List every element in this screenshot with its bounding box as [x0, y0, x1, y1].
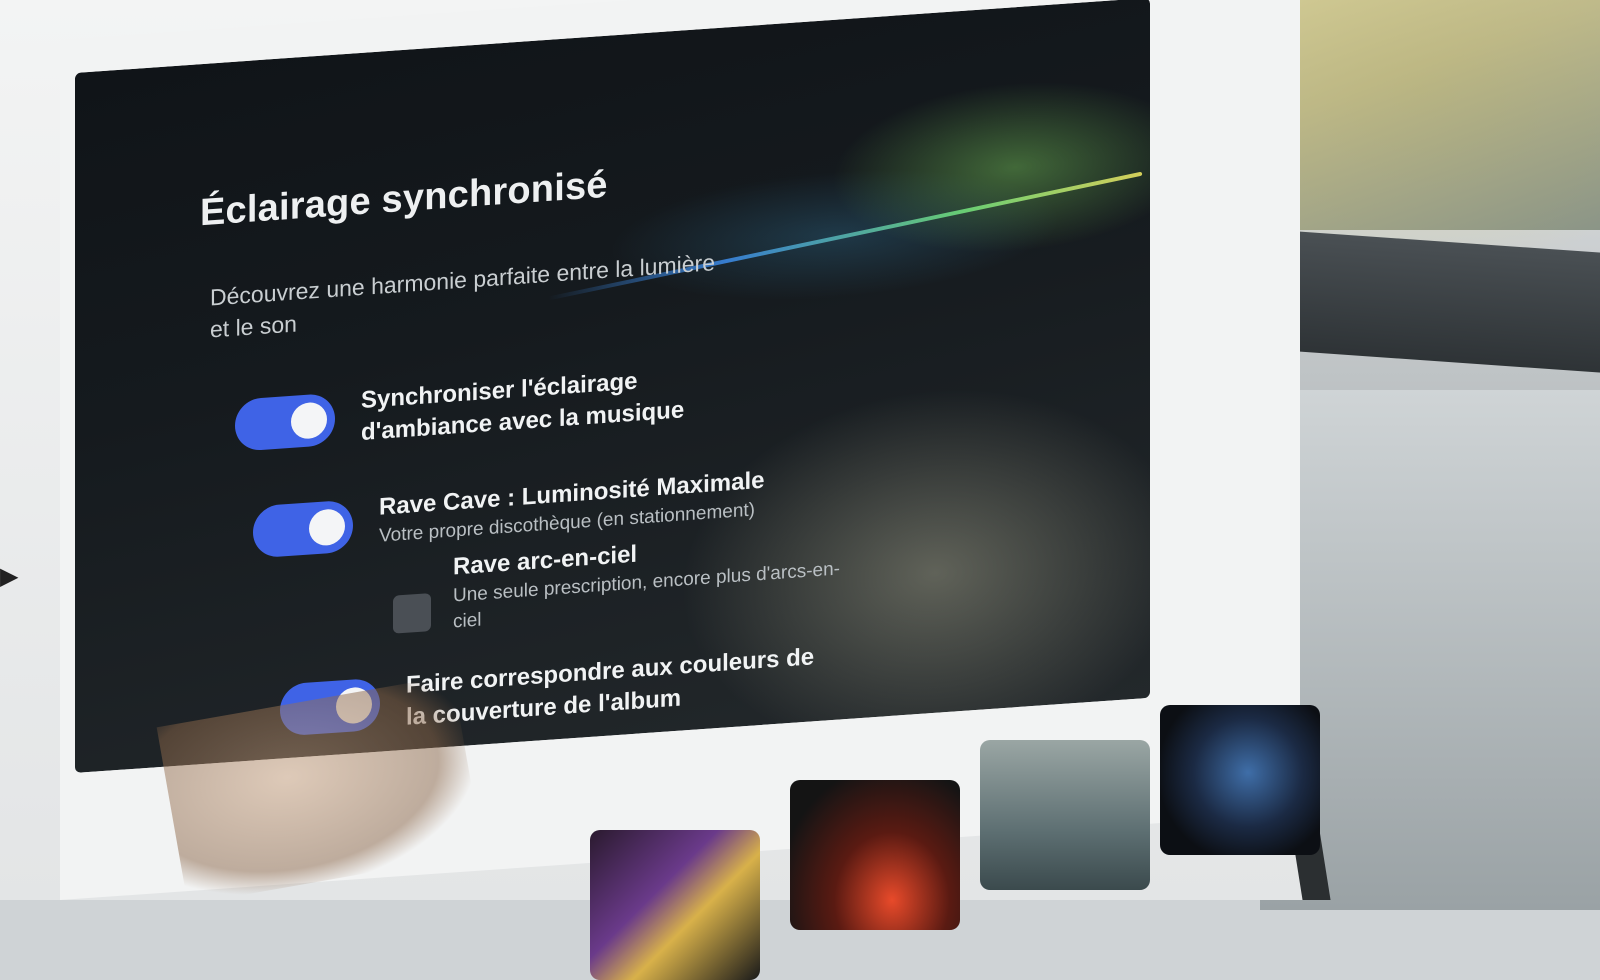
rave-cave-toggle[interactable]	[253, 499, 353, 559]
arrow-icon[interactable]: ▶	[0, 562, 18, 591]
rave-rainbow-checkbox[interactable]	[393, 593, 431, 634]
setting-sync-ambient: Synchroniser l'éclairage d'ambiance avec…	[235, 357, 755, 457]
album-thumbnail-red-neon[interactable]	[790, 780, 960, 930]
album-thumbnail-disco-ball[interactable]	[1160, 705, 1320, 855]
album-colors-label: Faire correspondre aux couleurs de la co…	[406, 643, 815, 731]
sync-ambient-label: Synchroniser l'éclairage d'ambiance avec…	[361, 367, 685, 446]
page-description: Découvrez une harmonie parfaite entre la…	[210, 249, 715, 343]
album-thumbnail-car-road[interactable]	[980, 740, 1150, 890]
album-thumbnail-gold-sneakers[interactable]	[590, 830, 760, 980]
sync-ambient-toggle[interactable]	[235, 392, 335, 452]
page-title: Éclairage synchronisé	[200, 163, 608, 235]
album-thumbnail-strip	[150, 705, 1320, 980]
toggle-knob	[309, 508, 345, 547]
synced-lighting-panel: Éclairage synchronisé Découvrez une harm…	[75, 0, 1150, 773]
toggle-knob	[291, 401, 327, 440]
